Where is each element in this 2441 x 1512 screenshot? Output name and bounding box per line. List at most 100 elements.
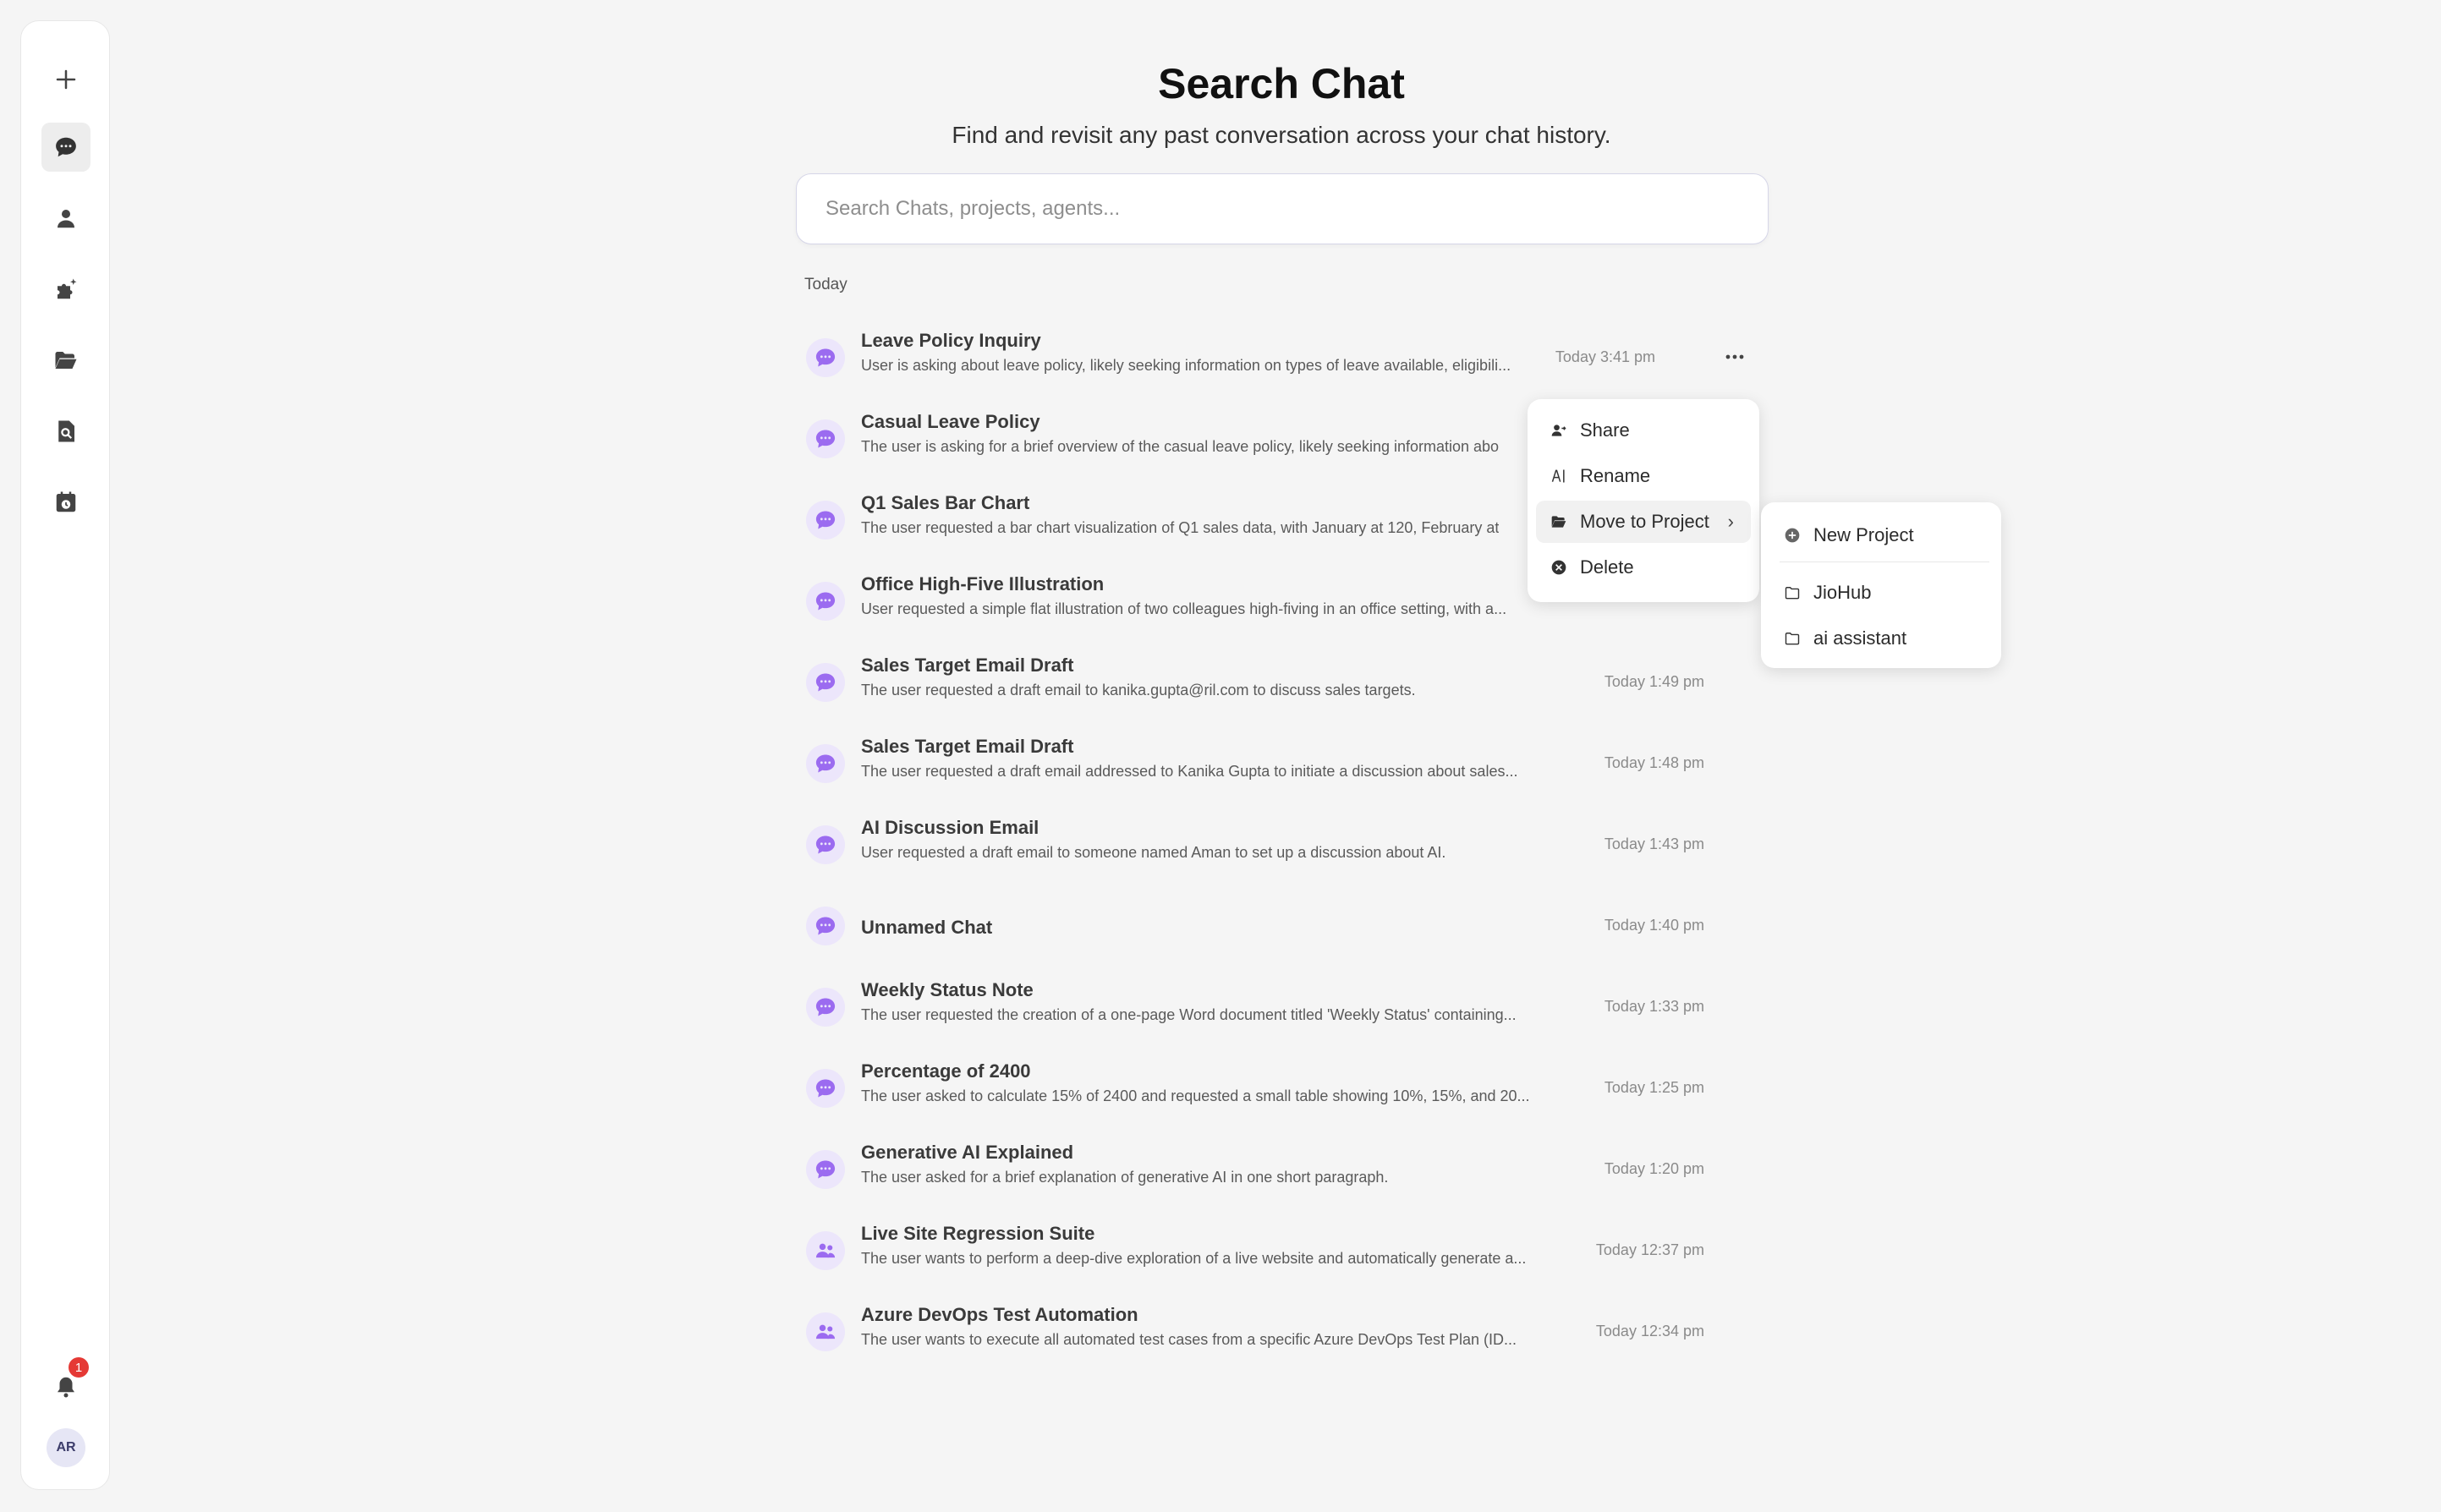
- delete-circle-icon: [1550, 559, 1568, 576]
- add-circle-icon: [1783, 527, 1802, 544]
- puzzle-sparkle-icon: [58, 278, 77, 299]
- chat-timestamp: Today 1:49 pm: [1604, 673, 1704, 690]
- menu-item-delete[interactable]: Delete: [1536, 546, 1751, 589]
- chat-bubble-icon: [806, 825, 845, 864]
- chat-row[interactable]: Generative AI Explained The user asked fo…: [796, 1138, 1726, 1206]
- chat-bubble-icon: [806, 501, 845, 540]
- chat-title: AI Discussion Email: [861, 817, 1039, 838]
- chevron-right-icon: ›: [1727, 511, 1734, 532]
- agent-group-icon: [806, 1312, 845, 1351]
- section-label-today: Today: [804, 276, 847, 293]
- chat-bubble-icon: [806, 338, 845, 377]
- submenu-item-label: JioHub: [1813, 582, 1872, 603]
- chat-title: Percentage of 2400: [861, 1060, 1031, 1082]
- menu-item-label: Share: [1580, 419, 1630, 441]
- chat-row[interactable]: Azure DevOps Test Automation The user wan…: [796, 1301, 1726, 1368]
- search-input[interactable]: [797, 174, 1768, 244]
- chat-row[interactable]: Unnamed Chat Today 1:40 pm: [796, 895, 1726, 962]
- chat-timestamp: Today 12:37 pm: [1595, 1241, 1704, 1258]
- menu-item-rename[interactable]: Rename: [1536, 455, 1751, 497]
- chat-row[interactable]: Percentage of 2400 The user asked to calc…: [796, 1057, 1726, 1125]
- menu-item-move-to-project[interactable]: Move to Project ›: [1536, 501, 1751, 543]
- chat-row[interactable]: AI Discussion Email User requested a draf…: [796, 814, 1726, 881]
- chat-description: User is asking about leave policy, likel…: [861, 357, 1511, 374]
- sidebar-item-plugins[interactable]: [41, 265, 91, 314]
- chat-title: Sales Target Email Draft: [861, 736, 1074, 757]
- bell-icon: [58, 1377, 74, 1398]
- share-person-icon: [1550, 422, 1568, 439]
- page-title: Search Chat: [1158, 60, 1405, 107]
- chat-title: Sales Target Email Draft: [861, 655, 1074, 676]
- folder-icon: [1783, 630, 1802, 647]
- chat-title: Q1 Sales Bar Chart: [861, 492, 1030, 513]
- chat-description: The user wants to execute all automated …: [861, 1331, 1517, 1348]
- submenu-item-label: ai assistant: [1813, 627, 1907, 649]
- project-submenu: New Project JioHub ai assistant: [1761, 502, 2001, 668]
- chat-timestamp: Today 12:34 pm: [1595, 1323, 1704, 1339]
- folder-open-icon: [55, 352, 77, 369]
- chat-title: Casual Leave Policy: [861, 411, 1040, 432]
- calendar-clock-icon: [56, 491, 76, 512]
- folder-open-icon: [1550, 513, 1568, 530]
- sidebar-item-file-search[interactable]: [41, 407, 91, 456]
- chat-row[interactable]: Sales Target Email Draft The user request…: [796, 732, 1726, 800]
- search-box: [796, 173, 1769, 244]
- sidebar-item-projects[interactable]: [41, 336, 91, 385]
- chat-description: The user asked to calculate 15% of 2400 …: [861, 1087, 1530, 1104]
- chat-bubble-icon: [806, 582, 845, 621]
- chat-description: User requested a simple flat illustratio…: [861, 600, 1507, 617]
- avatar[interactable]: AR: [47, 1428, 85, 1467]
- chat-row[interactable]: Live Site Regression Suite The user wants…: [796, 1219, 1726, 1287]
- chat-row[interactable]: Weekly Status Note The user requested the…: [796, 976, 1726, 1044]
- sidebar-item-scheduled[interactable]: [41, 478, 91, 527]
- chat-title: Live Site Regression Suite: [861, 1223, 1095, 1244]
- submenu-item-project[interactable]: JioHub: [1769, 572, 1993, 614]
- submenu-item-project[interactable]: ai assistant: [1769, 617, 1993, 660]
- chat-bubble-icon: [806, 1150, 845, 1189]
- ellipsis-icon: [1725, 354, 1744, 359]
- person-icon: [58, 210, 74, 228]
- menu-item-label: Move to Project: [1580, 511, 1709, 532]
- chat-description: The user asked for a brief explanation o…: [861, 1169, 1389, 1186]
- chat-timestamp: Today 3:41 pm: [1555, 348, 1655, 365]
- chat-timestamp: Today 1:43 pm: [1604, 835, 1704, 852]
- chat-title: Leave Policy Inquiry: [861, 330, 1041, 351]
- sidebar: 1 AR: [20, 20, 110, 1490]
- document-search-icon: [58, 420, 74, 442]
- chat-description: The user wants to perform a deep-dive ex…: [861, 1250, 1527, 1267]
- submenu-item-new-project[interactable]: New Project: [1769, 514, 1993, 556]
- chat-timestamp: Today 1:40 pm: [1604, 917, 1704, 934]
- more-options-button[interactable]: [1722, 342, 1747, 372]
- chat-timestamp: Today 1:25 pm: [1604, 1079, 1704, 1096]
- menu-item-label: Rename: [1580, 465, 1651, 486]
- menu-item-share[interactable]: Share: [1536, 409, 1751, 452]
- folder-icon: [1783, 584, 1802, 601]
- chat-timestamp: Today 1:33 pm: [1604, 998, 1704, 1015]
- chat-description: The user requested a draft email address…: [861, 763, 1518, 780]
- submenu-item-label: New Project: [1813, 524, 1914, 545]
- notification-badge: 1: [69, 1357, 89, 1378]
- chat-description: The user is asking for a brief overview …: [861, 438, 1500, 455]
- chat-title: Weekly Status Note: [861, 979, 1034, 1000]
- chat-description: User requested a draft email to someone …: [861, 844, 1446, 861]
- chat-timestamp: Today 1:20 pm: [1604, 1160, 1704, 1177]
- chat-description: The user requested a draft email to kani…: [861, 682, 1416, 698]
- chat-bubble-icon: [806, 988, 845, 1027]
- chat-description: The user requested a bar chart visualiza…: [861, 519, 1500, 536]
- chat-context-menu: Share Rename Move to Project › Delete: [1528, 399, 1759, 602]
- menu-item-label: Delete: [1580, 556, 1634, 578]
- chat-bubble-icon: [806, 1069, 845, 1108]
- chat-row[interactable]: Leave Policy Inquiry User is asking about…: [796, 326, 1726, 394]
- chat-description: The user requested the creation of a one…: [861, 1006, 1517, 1023]
- page-subtitle: Find and revisit any past conversation a…: [952, 122, 1611, 148]
- chat-row[interactable]: Sales Target Email Draft The user request…: [796, 651, 1726, 719]
- chat-bubble-icon: [806, 744, 845, 783]
- agent-group-icon: [806, 1231, 845, 1270]
- chat-title: Unnamed Chat: [861, 917, 993, 938]
- chat-bubble-icon: [806, 663, 845, 702]
- sidebar-item-agents[interactable]: [41, 194, 91, 243]
- chat-title: Generative AI Explained: [861, 1142, 1074, 1163]
- chat-title: Azure DevOps Test Automation: [861, 1304, 1138, 1325]
- chat-title: Office High-Five Illustration: [861, 573, 1105, 594]
- chat-bubble-icon: [806, 907, 845, 945]
